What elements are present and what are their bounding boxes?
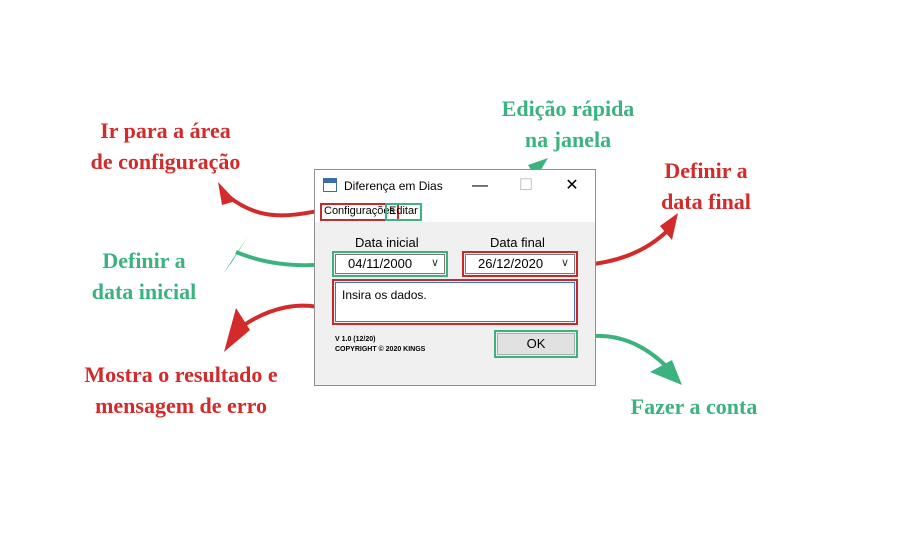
close-button[interactable]: ✕ (549, 170, 595, 202)
title-bar: Diferença em Dias — ☐ ✕ (315, 170, 595, 202)
end-date-label: Data final (490, 235, 545, 250)
annotation-result: Mostra o resultado e mensagem de erro (84, 362, 278, 418)
app-window: Diferença em Dias — ☐ ✕ Configurações Ed… (314, 169, 596, 386)
annotation-ok: Fazer a conta (630, 394, 758, 419)
annotation-start-date: Definir a data inicial (91, 248, 197, 304)
ok-button[interactable]: OK (497, 333, 575, 355)
version-text: V 1.0 (12/20) COPYRIGHT © 2020 KINGS (335, 336, 426, 353)
arrow-end (583, 224, 674, 267)
calendar-icon (323, 178, 337, 192)
result-textbox[interactable]: Insira os dados. (335, 282, 575, 322)
minimize-button[interactable]: — (457, 170, 503, 202)
menu-bar: Configurações Editar (315, 202, 595, 222)
arrow-config-head (218, 182, 236, 205)
start-date-value: 04/11/2000 (348, 256, 413, 271)
start-date-label: Data inicial (355, 235, 419, 250)
arrow-result-head (224, 308, 250, 352)
start-date-picker[interactable]: 04/11/2000 ∨ (335, 254, 445, 274)
annotation-end-date: Definir a data final (661, 158, 751, 214)
annotation-config: Ir para a área de configuração (90, 118, 241, 174)
chevron-down-icon: ∨ (560, 257, 569, 269)
arrow-ok-head (650, 360, 682, 385)
arrow-config (226, 194, 319, 218)
chevron-down-icon: ∨ (430, 257, 439, 269)
window-title: Diferença em Dias (344, 179, 443, 193)
menu-editar[interactable]: Editar (385, 203, 422, 221)
end-date-value: 26/12/2020 (478, 256, 544, 271)
annotation-edit: Edição rápida na janela (501, 96, 635, 152)
maximize-button[interactable]: ☐ (503, 170, 549, 202)
end-date-picker[interactable]: 26/12/2020 ∨ (465, 254, 575, 274)
